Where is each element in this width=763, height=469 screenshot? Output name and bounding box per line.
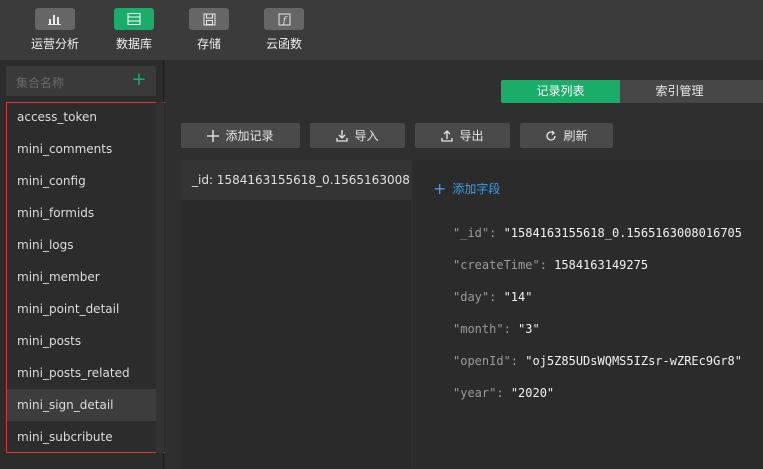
export-icon xyxy=(441,129,454,142)
field-value: "1584163155618_0.1565163008016705 xyxy=(503,226,742,240)
field-row-month[interactable]: "month": "3" xyxy=(453,322,540,336)
top-toolbar: 运营分析 数据库 存储 f 云函数 xyxy=(0,0,763,60)
toolbar-label-cloud-function: 云函数 xyxy=(265,37,302,51)
tab-overflow[interactable] xyxy=(739,80,763,103)
add-record-label: 添加记录 xyxy=(225,129,274,143)
collection-item-mini-logs[interactable]: mini_logs xyxy=(7,229,157,261)
toolbar-item-storage[interactable]: 存储 xyxy=(174,8,244,52)
collection-list: access_token mini_comments mini_config m… xyxy=(6,102,171,453)
field-value: 1584163149275 xyxy=(554,258,649,272)
save-icon xyxy=(189,8,229,30)
field-value: "2020" xyxy=(510,386,555,400)
toolbar-label-storage: 存储 xyxy=(196,37,221,51)
import-label: 导入 xyxy=(354,129,379,143)
collection-search-placeholder: 集合名称 xyxy=(16,76,65,90)
collection-item-access-token[interactable]: access_token xyxy=(7,101,157,133)
record-list: _id: 1584163155618_0.1565163008... xyxy=(181,160,411,469)
collection-search-input[interactable]: 集合名称 + xyxy=(6,66,156,96)
view-tabs: 记录列表 索引管理 xyxy=(501,80,763,103)
refresh-button[interactable]: 刷新 xyxy=(520,123,613,148)
field-value: "3" xyxy=(518,322,540,336)
collection-panel: 集合名称 + access_token mini_comments mini_c… xyxy=(0,60,171,469)
record-actions: 添加记录 导入 导出 刷新 xyxy=(181,123,623,148)
field-key: "day" xyxy=(453,290,490,304)
field-row-openid[interactable]: "openId": "oj5Z85UDsWQMS5IZsr-wZREc9Gr8" xyxy=(453,354,742,368)
field-row-createtime[interactable]: "createTime": 1584163149275 xyxy=(453,258,648,272)
plus-icon: + xyxy=(433,178,447,198)
collection-item-mini-config[interactable]: mini_config xyxy=(7,165,157,197)
collection-item-mini-point-detail[interactable]: mini_point_detail xyxy=(7,293,157,325)
record-item[interactable]: _id: 1584163155618_0.1565163008... xyxy=(181,160,411,200)
field-key: "month" xyxy=(453,322,504,336)
field-row-year[interactable]: "year": "2020" xyxy=(453,386,554,400)
add-record-button[interactable]: 添加记录 xyxy=(181,123,300,148)
toolbar-label-analytics: 运营分析 xyxy=(30,37,79,51)
collection-item-mini-member[interactable]: mini_member xyxy=(7,261,157,293)
field-value: "oj5Z85UDsWQMS5IZsr-wZREc9Gr8" xyxy=(525,354,742,368)
add-field-button[interactable]: + 添加字段 xyxy=(433,180,500,197)
main-panel: 记录列表 索引管理 添加记录 导入 导出 刷新 _id: 15841631556… xyxy=(165,60,763,469)
collection-list-scrollbar[interactable] xyxy=(156,102,164,453)
export-label: 导出 xyxy=(459,129,484,143)
collection-item-mini-sign-detail[interactable]: mini_sign_detail xyxy=(7,389,157,421)
collection-item-mini-comments[interactable]: mini_comments xyxy=(7,133,157,165)
toolbar-item-database[interactable]: 数据库 xyxy=(99,8,169,52)
refresh-label: 刷新 xyxy=(563,129,588,143)
import-button[interactable]: 导入 xyxy=(310,123,405,148)
tab-record-list[interactable]: 记录列表 xyxy=(501,80,620,103)
toolbar-label-database: 数据库 xyxy=(115,37,152,51)
database-icon xyxy=(114,8,154,30)
toolbar-item-analytics[interactable]: 运营分析 xyxy=(20,8,90,52)
field-key: "year" xyxy=(453,386,497,400)
collection-item-mini-posts-related[interactable]: mini_posts_related xyxy=(7,357,157,389)
field-key: "_id" xyxy=(453,226,490,240)
add-field-label: 添加字段 xyxy=(452,182,501,196)
plus-icon xyxy=(207,129,220,142)
field-key: "createTime" xyxy=(453,258,540,272)
tab-index-management[interactable]: 索引管理 xyxy=(620,80,739,103)
add-collection-icon[interactable]: + xyxy=(130,71,148,89)
export-button[interactable]: 导出 xyxy=(415,123,510,148)
toolbar-item-cloud-function[interactable]: f 云函数 xyxy=(249,8,319,52)
record-detail: + 添加字段 "_id": "1584163155618_0.156516300… xyxy=(413,160,763,469)
import-icon xyxy=(336,129,349,142)
refresh-icon xyxy=(546,130,557,141)
function-icon: f xyxy=(264,8,304,30)
bar-chart-icon xyxy=(35,8,75,30)
field-key: "openId" xyxy=(453,354,511,368)
field-value: "14" xyxy=(503,290,533,304)
field-row-day[interactable]: "day": "14" xyxy=(453,290,532,304)
collection-item-mini-subcribute[interactable]: mini_subcribute xyxy=(7,421,157,453)
field-row-id[interactable]: "_id": "1584163155618_0.1565163008016705 xyxy=(453,226,742,240)
collection-item-mini-formids[interactable]: mini_formids xyxy=(7,197,157,229)
collection-item-mini-posts[interactable]: mini_posts xyxy=(7,325,157,357)
